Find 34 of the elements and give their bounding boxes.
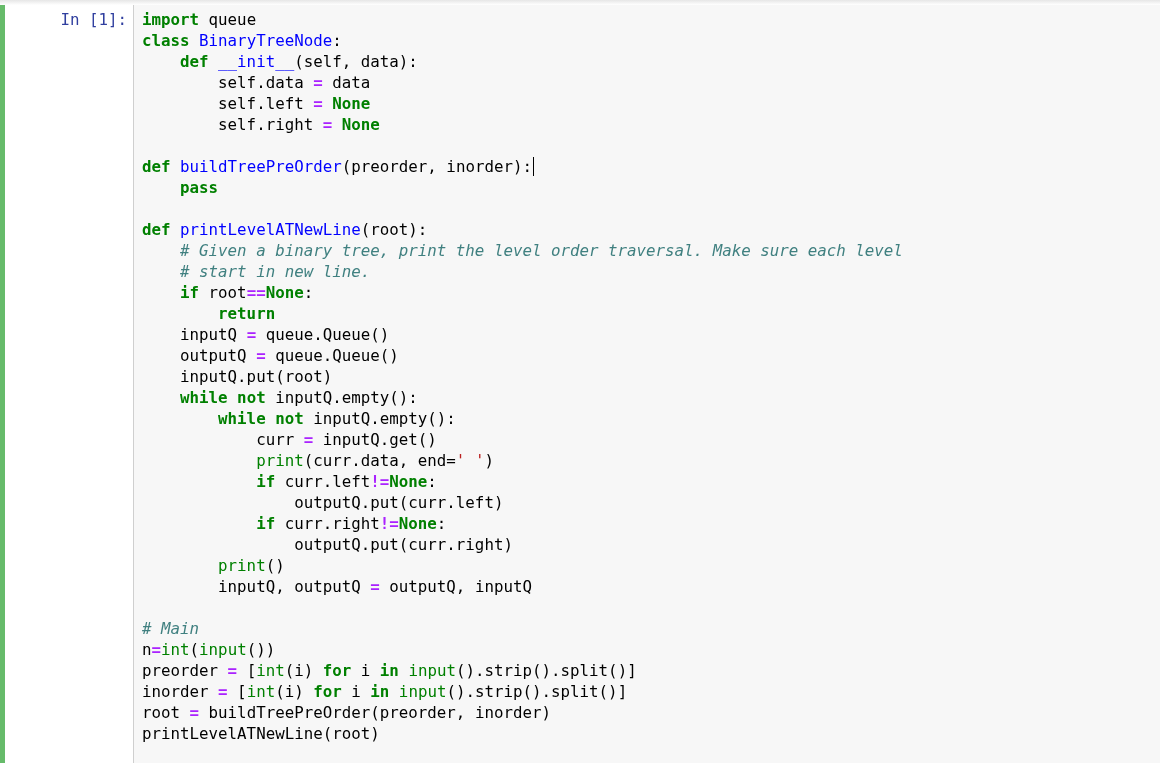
code-line: def printLevelATNewLine(root): — [142, 219, 428, 240]
code-line: print() — [217, 555, 285, 576]
code-line: preorder = [int(i) for i in input().strip().split()] — [142, 660, 637, 681]
code-line: self.left = None — [217, 93, 371, 114]
code-line: if curr.left!=None: — [255, 471, 437, 492]
code-line: printLevelATNewLine(root) — [142, 723, 380, 744]
code-line: outputQ.put(curr.left) — [293, 492, 504, 513]
code-line: def __init__(self, data): — [179, 51, 418, 72]
code-line: while not inputQ.empty(): — [179, 387, 418, 408]
code-line: while not inputQ.empty(): — [217, 408, 456, 429]
code-line: outputQ = queue.Queue() — [179, 345, 399, 366]
cell-prompt: In [1]: — [60, 10, 127, 29]
code-line: import queue — [142, 9, 257, 30]
code-line: return — [217, 303, 276, 324]
code-line: self.right = None — [217, 114, 380, 135]
code-line: root = buildTreePreOrder(preorder, inorder) — [142, 702, 551, 723]
code-line: inputQ = queue.Queue() — [179, 324, 390, 345]
code-line: inputQ.put(root) — [179, 366, 333, 387]
code-line: # Given a binary tree, print the level order traversal. Make sure each level — [179, 240, 903, 261]
code-line: def buildTreePreOrder(preorder, inorder): — [142, 156, 534, 177]
code-line: curr = inputQ.get() — [255, 429, 437, 450]
code-line: inputQ, outputQ = outputQ, inputQ — [217, 576, 532, 597]
code-line: inorder = [int(i) for i in input().strip().split()] — [142, 681, 628, 702]
code-editor[interactable] — [133, 5, 1160, 763]
code-line: pass — [179, 177, 219, 198]
code-line: if root==None: — [179, 282, 314, 303]
code-line: # Main — [142, 618, 200, 639]
code-line: print(curr.data, end=' ') — [255, 450, 494, 471]
code-line: n=int(input()) — [142, 639, 276, 660]
code-line: outputQ.put(curr.right) — [293, 534, 513, 555]
code-line: class BinaryTreeNode: — [142, 30, 342, 51]
code-line: self.data = data — [217, 72, 371, 93]
code-line: # start in new line. — [179, 261, 371, 282]
code-line: if curr.right!=None: — [255, 513, 447, 534]
